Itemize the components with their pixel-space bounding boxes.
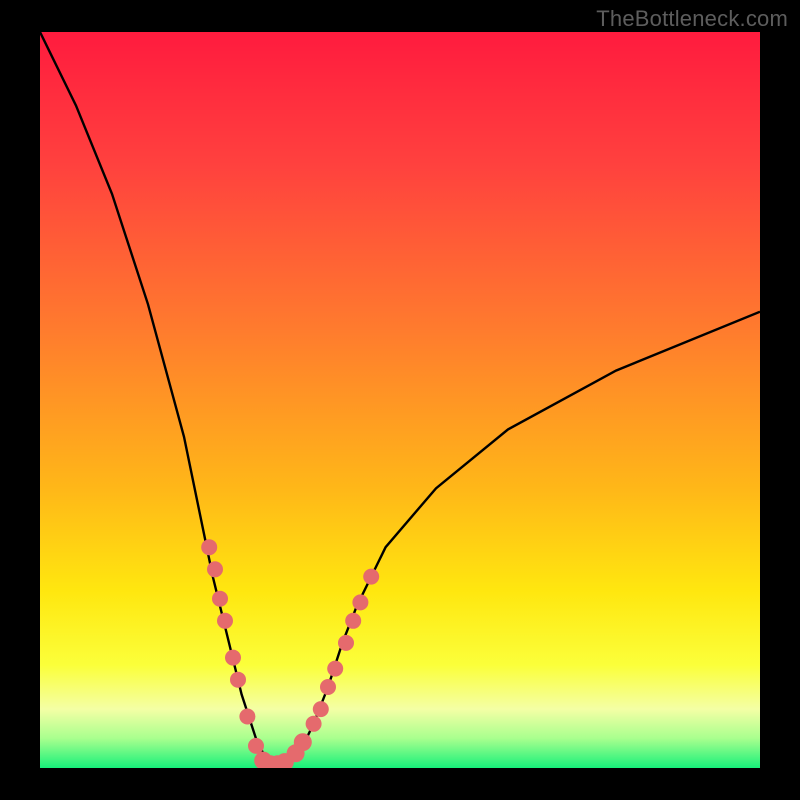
marker-dot [327,661,343,677]
curve-markers [201,539,379,768]
chart-frame: TheBottleneck.com [0,0,800,800]
marker-dot [306,716,322,732]
marker-dot [352,594,368,610]
marker-dot [239,709,255,725]
plot-area [40,32,760,768]
marker-dot [320,679,336,695]
marker-dot [345,613,361,629]
marker-dot [201,539,217,555]
marker-dot [294,733,312,751]
watermark-text: TheBottleneck.com [596,6,788,32]
curve-line [40,32,760,768]
bottleneck-curve [40,32,760,768]
marker-dot [338,635,354,651]
marker-dot [248,738,264,754]
marker-dot [212,591,228,607]
marker-dot [230,672,246,688]
marker-dot [363,569,379,585]
marker-dot [207,561,223,577]
marker-dot [225,650,241,666]
marker-dot [313,701,329,717]
marker-dot [217,613,233,629]
